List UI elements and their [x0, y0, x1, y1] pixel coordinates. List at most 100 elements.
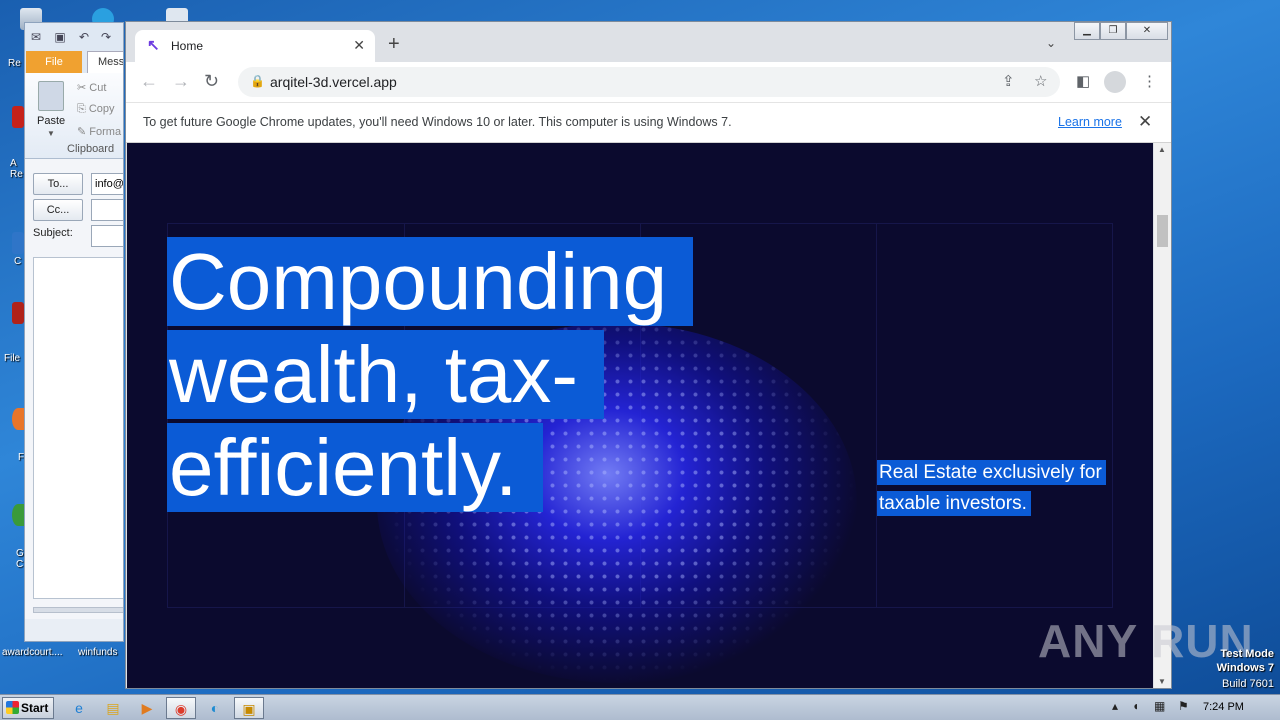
address-bar[interactable]: 🔒 arqitel-3d.vercel.app ⇪ ☆	[238, 67, 1060, 97]
learn-more-link[interactable]: Learn more	[1058, 115, 1122, 129]
scrollbar-thumb[interactable]	[1157, 215, 1168, 247]
format-painter-button[interactable]: ✎ Forma	[77, 125, 121, 138]
subject-label: Subject:	[33, 227, 73, 239]
tagline-line: taxable investors.	[877, 491, 1031, 516]
horizontal-scrollbar[interactable]	[33, 607, 123, 613]
internet-explorer-icon[interactable]: e	[64, 697, 94, 719]
to-button[interactable]: To...	[33, 173, 83, 195]
start-label: Start	[21, 701, 49, 715]
paste-icon[interactable]	[38, 81, 64, 111]
headline-line: wealth, tax-	[167, 330, 605, 419]
web-page: Compounding wealth, tax- efficiently. Re…	[127, 143, 1153, 688]
url-text[interactable]: arqitel-3d.vercel.app	[270, 74, 397, 90]
taskbar: Start e ▤ ▶ ◉ ◐ ▣ ▴ ◖ ▦ ⚑ 7:24 PM	[0, 694, 1280, 720]
vertical-scrollbar[interactable]: ▲ ▼	[1154, 143, 1171, 688]
chevron-down-icon[interactable]: ▼	[47, 129, 55, 138]
message-body[interactable]	[33, 257, 123, 599]
message-tab[interactable]: Mess	[87, 51, 123, 73]
quick-access-toolbar: ✉ ▣ ↶ ↷	[25, 23, 123, 51]
restore-button[interactable]: ❐	[1100, 22, 1126, 40]
desktop-icon-label: A Re	[10, 158, 23, 180]
file-explorer-icon[interactable]: ▤	[98, 697, 128, 719]
back-arrow-icon[interactable]: ←	[140, 71, 158, 91]
media-player-icon[interactable]: ▶	[132, 697, 162, 719]
desktop-icon-label: File	[4, 353, 21, 364]
clipboard-group-label: Clipboard	[67, 143, 115, 155]
ccleaner-icon[interactable]	[12, 232, 24, 254]
chevron-down-icon[interactable]: ⌄	[1046, 36, 1056, 50]
headline-line: efficiently.	[167, 423, 544, 512]
outlook-app-icon[interactable]: ✉	[29, 30, 43, 44]
brush-icon: ✎	[77, 126, 90, 138]
close-tab-icon[interactable]: ✕	[353, 37, 365, 54]
copy-label: Copy	[88, 103, 115, 115]
bookmark-star-icon[interactable]: ☆	[1034, 72, 1047, 90]
windows-logo-icon	[6, 701, 19, 714]
file-tab[interactable]: File	[26, 51, 82, 73]
desktop-icon-label: Re	[8, 58, 21, 69]
hero-tagline: Real Estate exclusively for taxable inve…	[877, 457, 1117, 519]
paste-button[interactable]: Paste	[37, 115, 65, 127]
desktop-icon-label: awardcourt....	[2, 647, 63, 658]
subject-field[interactable]	[91, 225, 123, 247]
speaker-icon[interactable]: ◖	[1132, 699, 1139, 713]
close-icon[interactable]: ✕	[1138, 112, 1152, 132]
tab-home[interactable]: ↖ Home ✕	[135, 30, 375, 62]
scissors-icon: ✂	[77, 82, 90, 94]
save-icon[interactable]: ▣	[53, 30, 67, 44]
desktop-icon-label: C	[14, 256, 22, 267]
tagline-line: Real Estate exclusively for	[877, 460, 1106, 485]
network-icon[interactable]: ▦	[1154, 699, 1165, 713]
ribbon: Paste ▼ ✂ Cut ⎘ Copy ✎ Forma Clipboard	[25, 73, 123, 159]
format-label: Forma	[89, 126, 122, 138]
test-mode-label: Test Mode	[1220, 648, 1274, 660]
build-label: Build 7601	[1222, 678, 1274, 690]
copy-icon: ⎘	[77, 103, 89, 115]
minimize-button[interactable]: ▁	[1074, 22, 1100, 40]
to-field[interactable]: info@	[91, 173, 123, 195]
scroll-down-icon[interactable]: ▼	[1158, 677, 1166, 686]
show-hidden-icons-icon[interactable]: ▴	[1112, 699, 1118, 713]
google-chrome-icon[interactable]	[12, 504, 24, 526]
side-panel-icon[interactable]: ◧	[1076, 72, 1090, 90]
site-favicon-icon: ↖	[147, 37, 160, 54]
action-center-flag-icon[interactable]: ⚑	[1178, 699, 1189, 713]
menu-kebab-icon[interactable]: ⋮	[1142, 72, 1157, 90]
copy-button[interactable]: ⎘ Copy	[77, 103, 115, 116]
undo-icon[interactable]: ↶	[77, 30, 91, 44]
new-tab-button[interactable]: +	[388, 34, 400, 54]
cut-button[interactable]: ✂ Cut	[77, 81, 106, 94]
cut-label: Cut	[89, 82, 107, 94]
share-icon[interactable]: ⇪	[1002, 72, 1015, 90]
forward-arrow-icon[interactable]: →	[172, 71, 190, 91]
chrome-icon[interactable]: ◉	[166, 697, 196, 719]
edge-icon[interactable]: ◐	[200, 697, 230, 719]
lock-icon[interactable]: 🔒	[250, 74, 265, 88]
hero-headline: Compounding wealth, tax- efficiently.	[167, 235, 767, 514]
start-button[interactable]: Start	[2, 697, 54, 719]
close-window-button[interactable]: ✕	[1126, 22, 1168, 40]
filezilla-icon[interactable]	[12, 302, 24, 324]
profile-avatar-icon[interactable]	[1104, 71, 1126, 93]
tab-strip: ↖ Home ✕ + ⌄ ▁ ❐ ✕	[126, 22, 1171, 62]
cc-button[interactable]: Cc...	[33, 199, 83, 221]
browser-toolbar: ← → ↻ 🔒 arqitel-3d.vercel.app ⇪ ☆ ◧ ⋮	[126, 62, 1171, 102]
update-infobar: To get future Google Chrome updates, you…	[126, 102, 1171, 143]
scroll-up-icon[interactable]: ▲	[1158, 145, 1166, 154]
outlook-icon[interactable]: ▣	[234, 697, 264, 719]
acrobat-reader-icon[interactable]	[12, 106, 24, 128]
windows-version-label: Windows 7	[1216, 662, 1274, 674]
outlook-message-window: ✉ ▣ ↶ ↷ File Mess Paste ▼ ✂ Cut ⎘ Copy ✎…	[24, 22, 124, 642]
firefox-icon[interactable]	[12, 408, 24, 430]
tab-title: Home	[171, 39, 204, 53]
redo-icon[interactable]: ↷	[99, 30, 113, 44]
cc-field[interactable]	[91, 199, 123, 221]
desktop-icon-label: winfunds	[78, 647, 118, 658]
reload-icon[interactable]: ↻	[204, 71, 219, 91]
message-form: To... info@ Cc... Subject:	[25, 159, 123, 619]
headline-line: Compounding	[167, 237, 694, 326]
chrome-window: ↖ Home ✕ + ⌄ ▁ ❐ ✕ ← → ↻ 🔒 arqitel-3d.ve…	[125, 21, 1172, 689]
infobar-message: To get future Google Chrome updates, you…	[143, 115, 732, 129]
ribbon-tabs: File Mess	[25, 51, 123, 73]
clock[interactable]: 7:24 PM	[1203, 701, 1244, 713]
